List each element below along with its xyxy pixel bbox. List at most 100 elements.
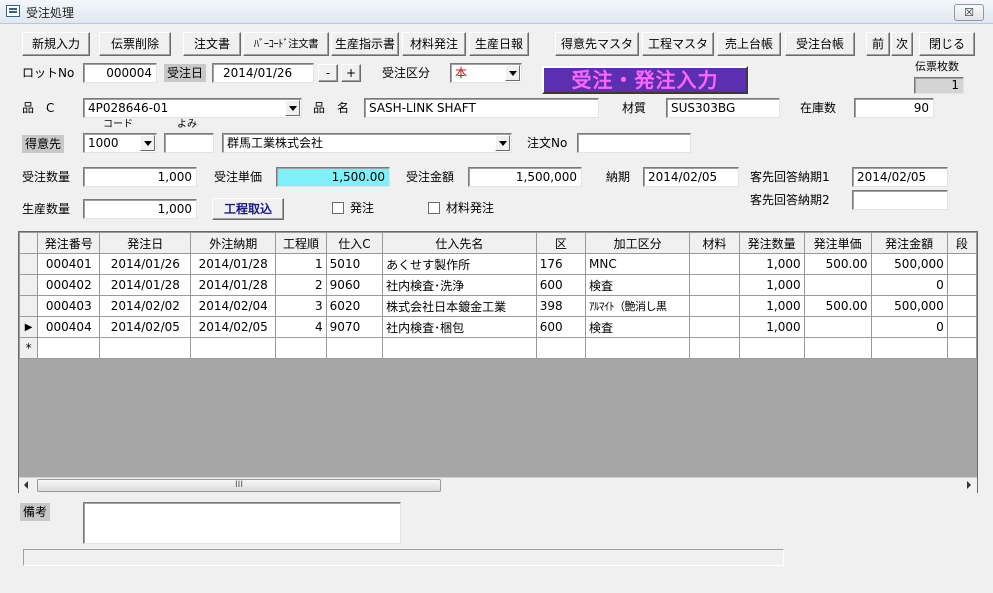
new-record-icon[interactable]: * <box>19 337 39 359</box>
column-header[interactable]: 加工区分 <box>584 232 691 254</box>
cell-order-qty[interactable]: 1,000 <box>738 295 805 317</box>
new-cell[interactable] <box>584 337 691 359</box>
new-record-row[interactable]: * <box>19 337 977 359</box>
cell-unit-price[interactable]: 500.00 <box>803 253 872 275</box>
new-cell[interactable] <box>946 337 977 359</box>
cell-extra[interactable] <box>946 274 977 296</box>
cell-process-seq[interactable]: 2 <box>275 274 327 296</box>
cell-supplier-name[interactable]: あくせす製作所 <box>382 253 537 275</box>
table-row[interactable]: 000403 2014/02/02 2014/02/04 3 6020 株式会社… <box>19 295 977 317</box>
cell-supplier-code[interactable]: 9060 <box>325 274 384 296</box>
order-amount-field[interactable]: 1,500,000 <box>468 167 582 187</box>
chevron-down-icon[interactable] <box>285 100 300 116</box>
cell-order-date[interactable]: 2014/02/02 <box>99 295 192 317</box>
cell-amount[interactable]: 500,000 <box>870 253 948 275</box>
cell-outsource-due[interactable]: 2014/01/28 <box>190 274 277 296</box>
date-minus-button[interactable]: - <box>318 64 338 82</box>
cell-category[interactable]: 600 <box>535 316 586 338</box>
cell-process-seq[interactable]: 1 <box>275 253 327 275</box>
cell-unit-price[interactable] <box>803 274 872 296</box>
row-selector[interactable] <box>19 295 39 317</box>
cell-process-seq[interactable]: 4 <box>275 316 327 338</box>
new-cell[interactable] <box>738 337 805 359</box>
import-process-button[interactable]: 工程取込 <box>212 198 284 220</box>
scroll-left-icon[interactable] <box>24 481 28 489</box>
cell-category[interactable]: 398 <box>535 295 586 317</box>
material-field[interactable]: SUS303BG <box>666 98 780 118</box>
cell-order-qty[interactable]: 1,000 <box>738 253 805 275</box>
cell-outsource-due[interactable]: 2014/02/04 <box>190 295 277 317</box>
next-record-button[interactable]: 次 <box>891 32 913 56</box>
cell-process-seq[interactable]: 3 <box>275 295 327 317</box>
column-header[interactable]: 発注日 <box>99 232 192 254</box>
customer-master-button[interactable]: 得意先マスタ <box>555 32 639 56</box>
cell-material[interactable] <box>689 316 740 338</box>
new-cell[interactable] <box>870 337 948 359</box>
order-type-select[interactable]: 本 <box>450 63 522 83</box>
chevron-down-icon[interactable] <box>495 135 510 151</box>
new-cell[interactable] <box>99 337 192 359</box>
new-cell[interactable] <box>535 337 586 359</box>
cell-po-number[interactable]: 000402 <box>37 274 101 296</box>
product-name-field[interactable]: SASH-LINK SHAFT <box>364 98 599 118</box>
cell-supplier-name[interactable]: 株式会社日本鍍金工業 <box>382 295 537 317</box>
cell-po-number[interactable]: 000403 <box>37 295 101 317</box>
new-cell[interactable] <box>382 337 537 359</box>
cell-material[interactable] <box>689 295 740 317</box>
cell-material[interactable] <box>689 274 740 296</box>
cell-supplier-code[interactable]: 6020 <box>325 295 384 317</box>
po-number-field[interactable] <box>577 133 691 153</box>
cell-po-number[interactable]: 000401 <box>37 253 101 275</box>
lot-field[interactable]: 000004 <box>83 63 157 83</box>
order-sheet-button[interactable]: 注文書 <box>183 32 241 56</box>
customer-reading-field[interactable] <box>164 133 214 153</box>
column-header[interactable]: 発注単価 <box>803 232 872 254</box>
due-date-field[interactable]: 2014/02/05 <box>643 167 739 187</box>
new-entry-button[interactable]: 新規入力 <box>22 32 90 56</box>
column-header[interactable]: 仕入先名 <box>382 232 537 254</box>
window-close-button[interactable]: ☒ <box>954 4 984 21</box>
order-checkbox[interactable] <box>332 202 344 214</box>
table-row[interactable]: ▶ 000404 2014/02/05 2014/02/05 4 9070 社内… <box>19 316 977 338</box>
purchase-order-grid[interactable]: 発注番号 発注日 外注納期 工程順 仕入C 仕入先名 区 加工区分 材料 発注数… <box>18 231 978 493</box>
new-cell[interactable] <box>325 337 384 359</box>
scroll-right-icon[interactable] <box>967 481 971 489</box>
cell-material[interactable] <box>689 253 740 275</box>
cell-amount[interactable]: 0 <box>870 274 948 296</box>
new-cell[interactable] <box>37 337 101 359</box>
column-header[interactable]: 材料 <box>689 232 740 254</box>
horizontal-scrollbar[interactable]: III <box>19 477 977 493</box>
cell-supplier-code[interactable]: 9070 <box>325 316 384 338</box>
cell-process-type[interactable]: 検査 <box>584 316 691 338</box>
cell-po-number[interactable]: 000404 <box>37 316 101 338</box>
cell-supplier-name[interactable]: 社内検査･洗浄 <box>382 274 537 296</box>
customer-code-select[interactable]: 1000 <box>83 133 157 153</box>
scroll-thumb[interactable]: III <box>37 479 441 492</box>
production-instruction-button[interactable]: 生産指示書 <box>331 32 399 56</box>
barcode-order-button[interactable]: ﾊﾞｰｺｰﾄﾞ注文書 <box>243 32 329 56</box>
chevron-down-icon[interactable] <box>505 65 520 81</box>
production-daily-button[interactable]: 生産日報 <box>469 32 529 56</box>
new-cell[interactable] <box>190 337 277 359</box>
cell-process-type[interactable]: MNC <box>584 253 691 275</box>
current-row-indicator-icon[interactable]: ▶ <box>19 316 39 338</box>
material-order-checkbox[interactable] <box>428 202 440 214</box>
sales-ledger-button[interactable]: 売上台帳 <box>717 32 781 56</box>
column-header[interactable]: 外注納期 <box>190 232 277 254</box>
cell-amount[interactable]: 0 <box>870 316 948 338</box>
stock-field[interactable]: 90 <box>854 98 934 118</box>
column-header[interactable]: 区 <box>535 232 586 254</box>
order-ledger-button[interactable]: 受注台帳 <box>785 32 855 56</box>
column-header[interactable]: 発注金額 <box>870 232 948 254</box>
column-header[interactable]: 発注番号 <box>37 232 101 254</box>
delete-slip-button[interactable]: 伝票削除 <box>99 32 171 56</box>
new-cell[interactable] <box>689 337 740 359</box>
cell-amount[interactable]: 500,000 <box>870 295 948 317</box>
cell-extra[interactable] <box>946 295 977 317</box>
unit-price-field[interactable]: 1,500.00 <box>276 167 390 187</box>
date-plus-button[interactable]: + <box>341 64 361 82</box>
cell-process-type[interactable]: 検査 <box>584 274 691 296</box>
process-master-button[interactable]: 工程マスタ <box>642 32 714 56</box>
column-header[interactable]: 発注数量 <box>738 232 805 254</box>
production-qty-field[interactable]: 1,000 <box>83 199 197 219</box>
